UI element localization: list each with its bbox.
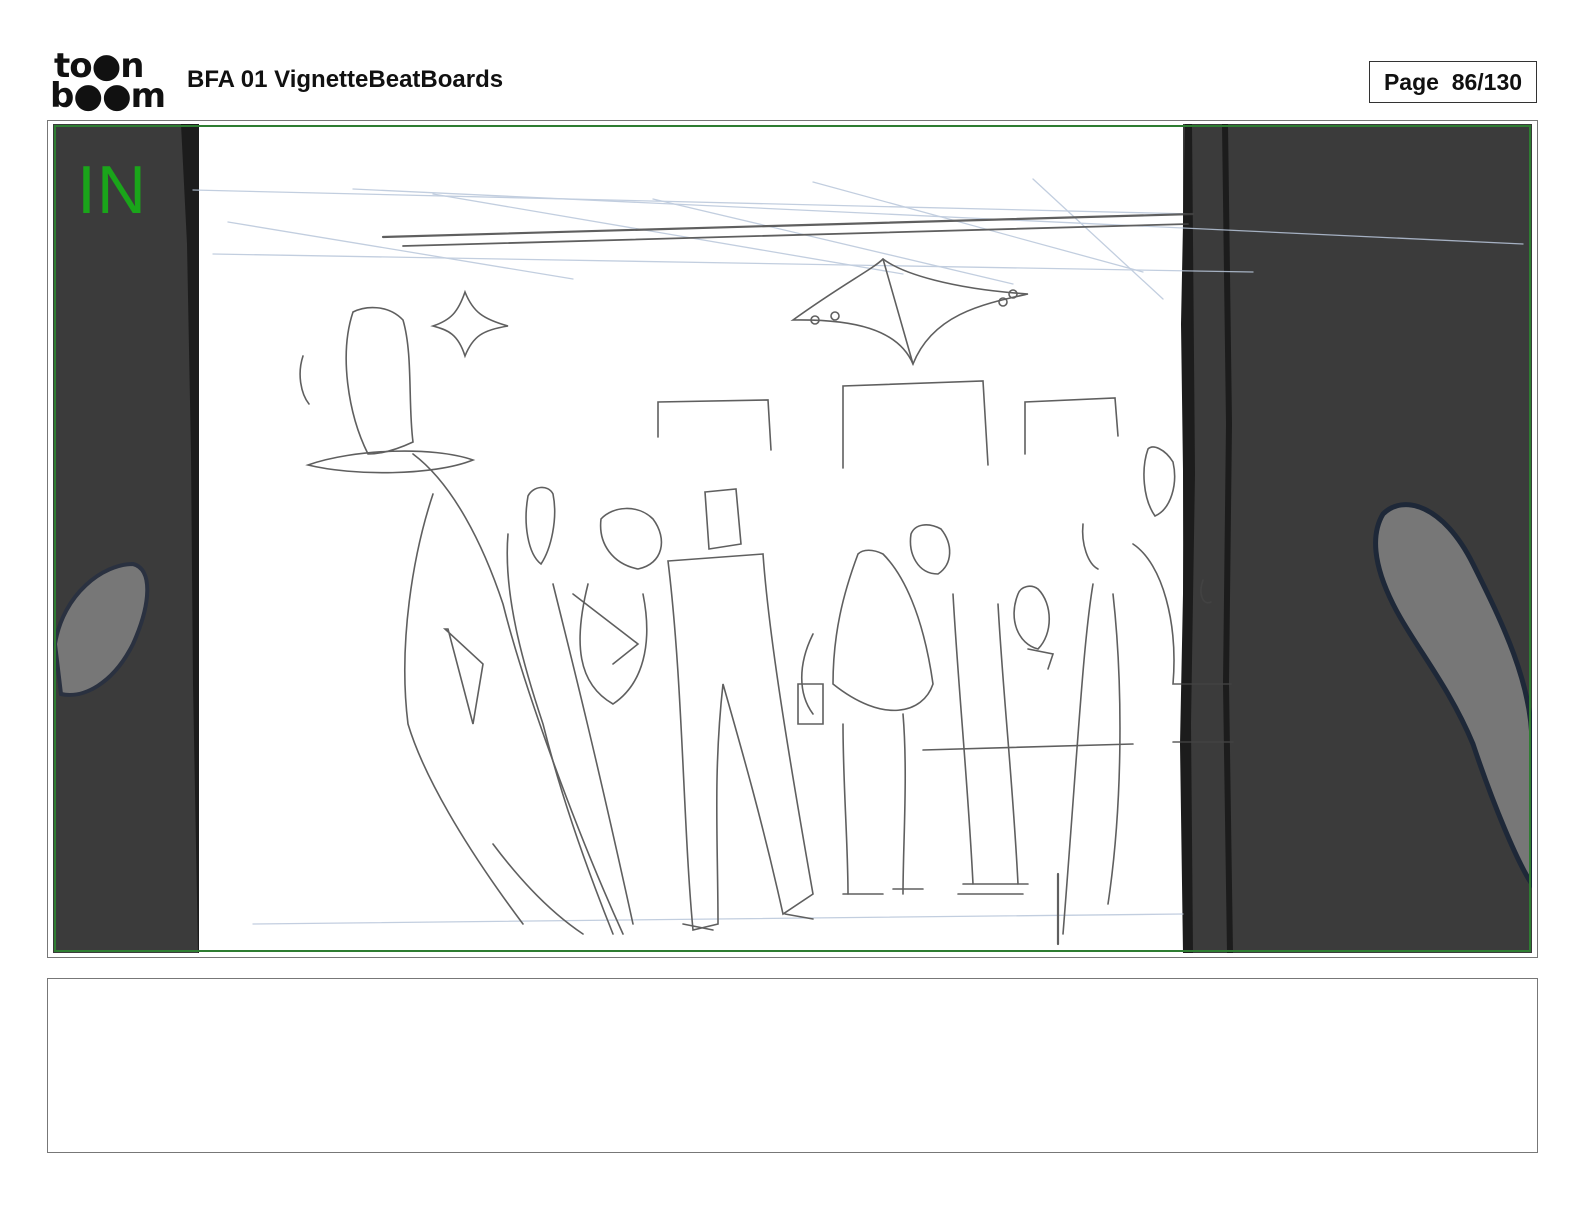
- storyboard-panel-image: [53, 124, 1532, 953]
- left-mask: [53, 124, 199, 953]
- panel-notes-box: [47, 978, 1538, 1153]
- toonboom-logo: to●n b●●m: [50, 48, 166, 116]
- right-mask: [1183, 124, 1532, 953]
- page-indicator: Page 86/130: [1369, 61, 1537, 103]
- document-title: BFA 01 VignetteBeatBoards: [187, 66, 504, 93]
- logo-text-bottom: b●●m: [50, 76, 166, 116]
- right-mask-stroke: [1222, 124, 1233, 953]
- transition-in-label: IN: [77, 152, 147, 228]
